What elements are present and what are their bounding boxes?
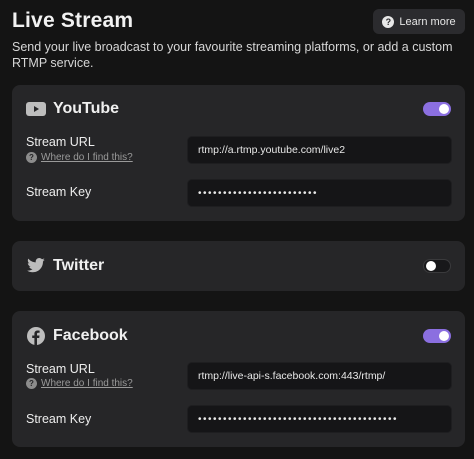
youtube-url-input[interactable]: rtmp://a.rtmp.youtube.com/live2 — [187, 136, 452, 164]
facebook-help-link[interactable]: Where do I find this? — [41, 378, 133, 389]
toggle-knob — [426, 261, 436, 271]
facebook-help: ? Where do I find this? — [26, 378, 133, 389]
youtube-help-link[interactable]: Where do I find this? — [41, 152, 133, 163]
page-subtitle: Send your live broadcast to your favouri… — [12, 40, 453, 70]
facebook-key-label: Stream Key — [26, 412, 92, 426]
toggle-knob — [439, 104, 449, 114]
youtube-help: ? Where do I find this? — [26, 152, 133, 163]
twitter-toggle[interactable] — [423, 259, 451, 273]
help-icon: ? — [382, 15, 395, 28]
youtube-key-label: Stream Key — [26, 185, 92, 199]
youtube-title: YouTube — [53, 100, 120, 117]
facebook-url-label: Stream URL — [26, 362, 95, 376]
facebook-card: Facebook Stream URL ? Where do I find th… — [12, 311, 465, 447]
facebook-url-input[interactable]: rtmp://live-api-s.facebook.com:443/rtmp/ — [187, 362, 452, 390]
youtube-icon — [26, 101, 46, 117]
learn-more-label: Learn more — [399, 15, 456, 28]
youtube-toggle[interactable] — [423, 102, 451, 116]
youtube-url-label: Stream URL — [26, 135, 95, 149]
twitter-card: Twitter — [12, 241, 465, 291]
facebook-key-input[interactable]: •••••••••••••••••••••••••••••••••••••••• — [187, 405, 452, 433]
facebook-toggle[interactable] — [423, 329, 451, 343]
question-icon: ? — [26, 378, 37, 389]
learn-more-button[interactable]: ? Learn more — [373, 9, 465, 34]
youtube-key-input[interactable]: •••••••••••••••••••••••• — [187, 179, 452, 207]
toggle-knob — [439, 331, 449, 341]
twitter-icon — [26, 258, 46, 274]
facebook-title: Facebook — [53, 327, 128, 344]
facebook-icon — [26, 327, 46, 345]
youtube-card: YouTube Stream URL ? Where do I find thi… — [12, 85, 465, 221]
question-icon: ? — [26, 152, 37, 163]
page-header: Live Stream ? Learn more — [12, 8, 466, 34]
twitter-title: Twitter — [53, 257, 105, 274]
